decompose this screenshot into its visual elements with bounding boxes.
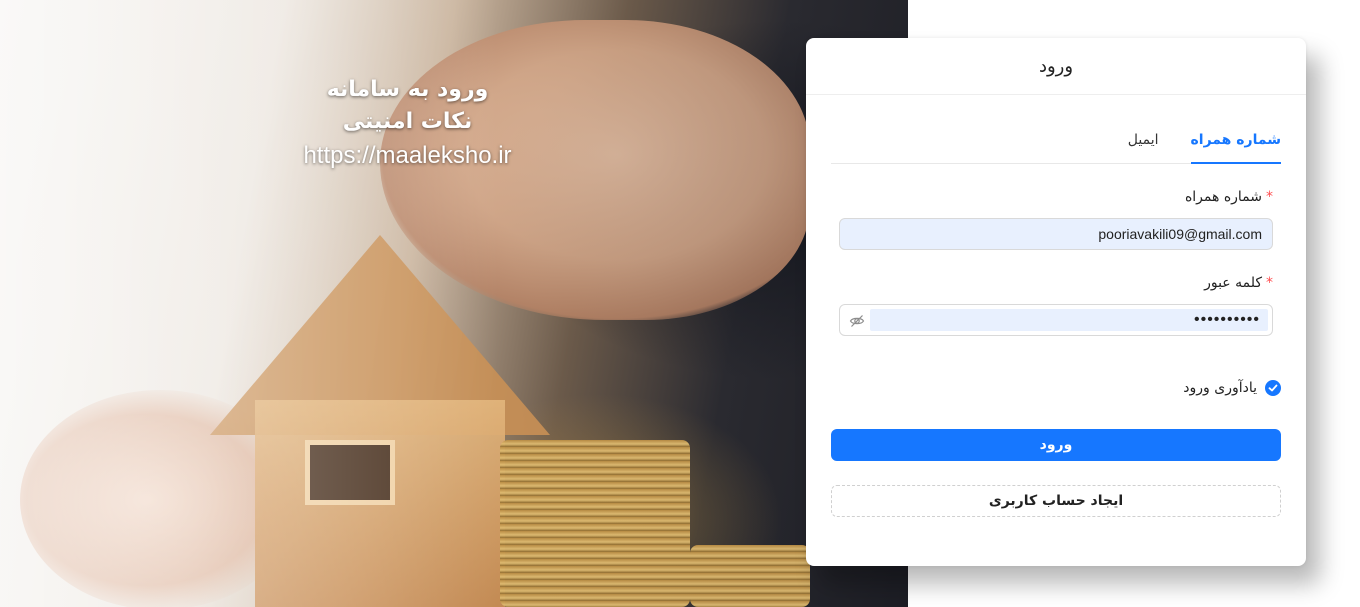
password-label-text: کلمه عبور — [1204, 275, 1262, 291]
remember-label: یادآوری ورود — [1183, 380, 1257, 396]
tab-phone[interactable]: شماره همراه — [1190, 126, 1281, 164]
required-mark: * — [1266, 275, 1273, 291]
tab-email[interactable]: ایمیل — [1128, 126, 1159, 164]
card-title: ورود — [806, 38, 1306, 95]
eye-slash-icon[interactable] — [849, 313, 865, 329]
checkbox-checked-icon[interactable] — [1265, 380, 1281, 396]
phone-field-label: *شماره همراه — [1185, 189, 1273, 205]
login-button[interactable]: ورود — [831, 429, 1281, 461]
register-button[interactable]: ایجاد حساب کاربری — [831, 485, 1281, 517]
login-tabs: شماره همراه ایمیل — [831, 126, 1281, 164]
phone-input[interactable]: pooriavakili09@gmail.com — [839, 218, 1273, 250]
hero-url: https://maaleksho.ir — [303, 142, 512, 169]
password-value: •••••••••• — [870, 309, 1268, 331]
password-input[interactable]: •••••••••• — [839, 304, 1273, 336]
hero-text-block: ورود به سامانه نکات امنیتی https://maale… — [250, 74, 565, 174]
password-field-label: *کلمه عبور — [1204, 275, 1273, 291]
hero-background-image: ورود به سامانه نکات امنیتی https://maale… — [0, 0, 908, 607]
login-card: ورود شماره همراه ایمیل *شماره همراه poor… — [806, 38, 1306, 566]
phone-label-text: شماره همراه — [1184, 189, 1262, 205]
hero-title: ورود به سامانه — [326, 77, 489, 102]
remember-me[interactable]: یادآوری ورود — [1183, 380, 1281, 396]
required-mark: * — [1266, 189, 1273, 205]
hero-subtitle: نکات امنیتی — [342, 109, 473, 134]
